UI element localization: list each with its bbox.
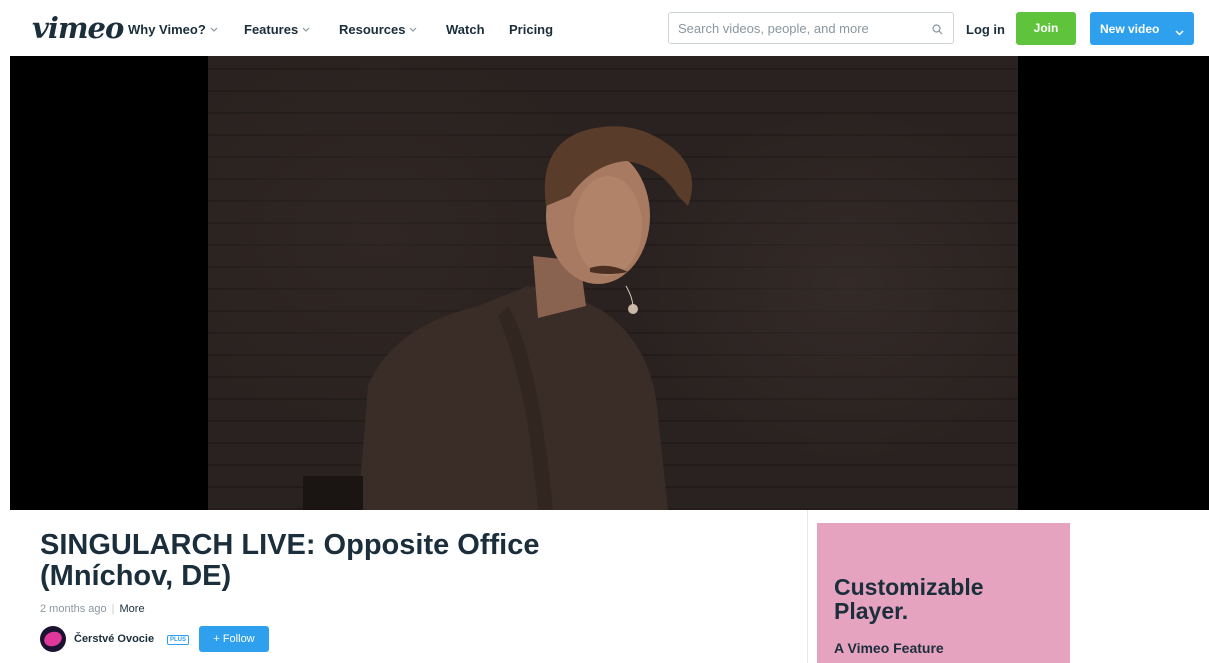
search-box [668,12,954,44]
video-meta: 2 months ago | More [40,603,145,615]
video-player[interactable] [10,56,1209,510]
nav-watch[interactable]: Watch [446,22,485,37]
chevron-down-icon [210,27,218,32]
video-frame[interactable] [208,56,1018,510]
ad-headline: Customizable Player. [834,574,984,624]
nav-pricing-label: Pricing [509,22,554,37]
top-navigation-bar: vimeo Why Vimeo? Features Resources Watc… [0,0,1209,56]
video-still-image [303,126,693,510]
vimeo-logo[interactable]: vimeo [32,11,124,45]
channel-name-link[interactable]: Čerstvé Ovocie [74,633,154,645]
plus-badge: PLUS [167,635,190,645]
nav-features[interactable]: Features [244,22,310,37]
search-icon[interactable] [932,22,943,40]
posted-time: 2 months ago [40,603,107,615]
nav-resources[interactable]: Resources [339,22,417,37]
more-link[interactable]: More [120,603,145,615]
video-title: SINGULARCH LIVE: Opposite Office (Mnícho… [40,529,540,592]
meta-separator: | [111,603,115,615]
avatar-graphic [42,629,64,649]
sidebar-ad[interactable]: Customizable Player. A Vimeo Feature [817,523,1070,663]
nav-watch-label: Watch [446,22,485,37]
nav-pricing[interactable]: Pricing [509,22,553,37]
login-link[interactable]: Log in [966,22,1005,37]
nav-why-vimeo[interactable]: Why Vimeo? [128,22,218,37]
chevron-down-icon [302,27,310,32]
search-input[interactable] [678,13,918,43]
follow-button[interactable]: + Follow [199,626,269,652]
new-video-label: New video [1100,22,1160,36]
nav-why-vimeo-label: Why Vimeo? [128,22,206,37]
chevron-down-icon [409,27,417,32]
new-video-button[interactable]: New video [1090,12,1194,45]
channel-avatar[interactable] [40,626,66,652]
ad-subtitle: A Vimeo Feature [834,640,944,656]
nav-features-label: Features [244,22,299,37]
nav-resources-label: Resources [339,22,406,37]
sidebar-divider [807,510,808,663]
chevron-down-icon [1175,25,1184,39]
join-button[interactable]: Join [1016,12,1076,45]
